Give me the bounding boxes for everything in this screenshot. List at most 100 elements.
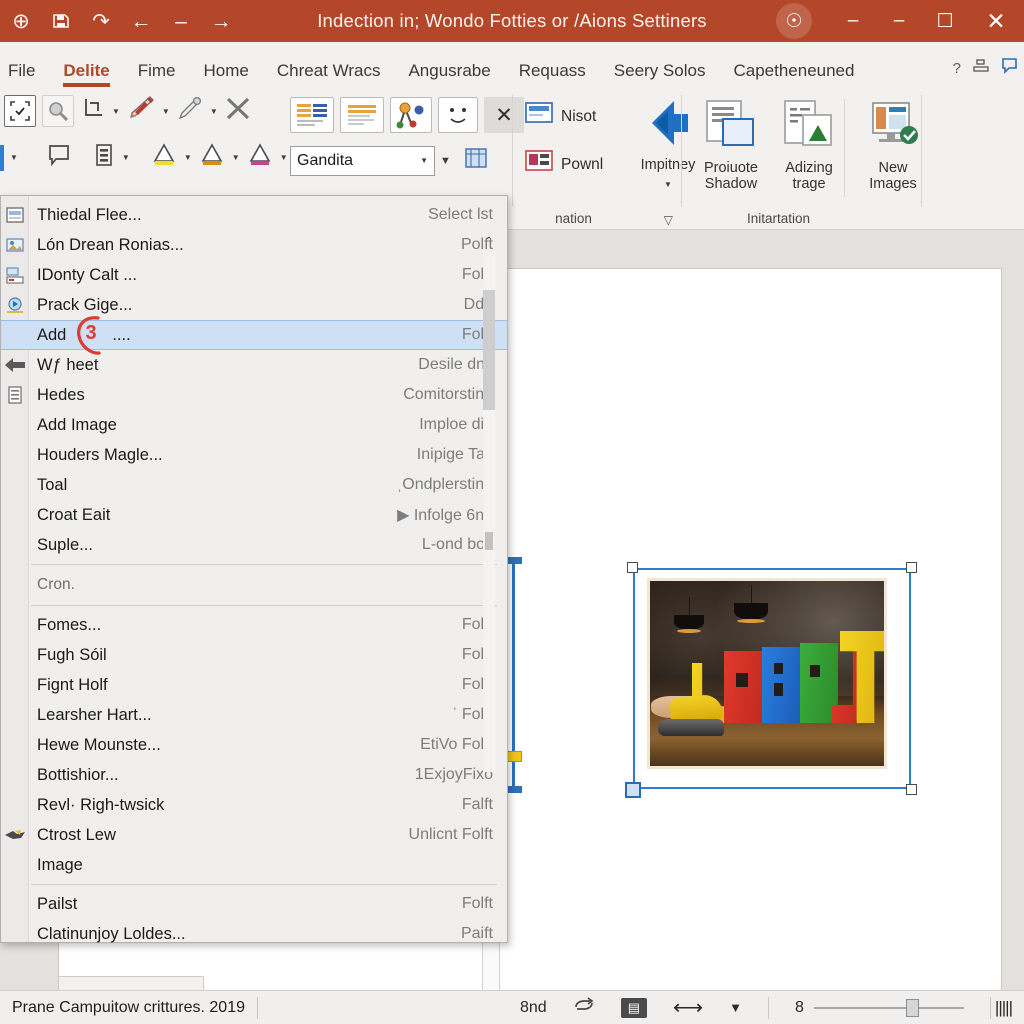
tab-chreat-wracs[interactable]: Chreat Wracs — [263, 62, 395, 87]
menu-item-fignt-holf[interactable]: Fignt Holf Folft — [1, 670, 507, 700]
menu-item-image[interactable]: Image — [1, 850, 507, 880]
tab-capetheneuned[interactable]: Capetheneuned — [719, 62, 868, 87]
highlighter-orange-icon[interactable] — [198, 142, 226, 173]
fit-slide-icon[interactable]: ||||| — [995, 998, 1013, 1018]
menu-item-croat-eait[interactable]: Croat Eait ▶ Infolge 6nd — [1, 500, 507, 530]
style-smartart-icon[interactable] — [390, 97, 432, 133]
notes-chevron-down-icon[interactable]: ▼ — [122, 153, 130, 162]
menu-item-pailst[interactable]: Pailst Folft — [1, 889, 507, 919]
menu-item-toal[interactable]: Toal ˌOndplersting — [1, 470, 507, 500]
select-object-icon[interactable] — [4, 95, 36, 127]
context-menu[interactable]: Thiedal Flee... Select lst Lón Drean Ron… — [0, 195, 508, 943]
menu-scrollbar-grip[interactable] — [485, 532, 493, 550]
scissors-icon[interactable] — [224, 96, 252, 127]
tab-fime[interactable]: Fime — [124, 62, 190, 87]
menu-item-add-image[interactable]: Add Image Imploe dift — [1, 410, 507, 440]
menu-item-lon-drean-ronias[interactable]: Lón Drean Ronias... Polft — [1, 230, 507, 260]
crop-icon[interactable] — [80, 96, 106, 127]
view-dropdown-chevron-icon[interactable]: ▼ — [729, 1000, 742, 1015]
undo-icon[interactable]: ↷ — [88, 8, 114, 34]
account-icon[interactable]: ☉ — [776, 3, 812, 39]
view-mode-badge[interactable]: ▤ — [620, 997, 647, 1018]
nation-dialog-launcher-icon[interactable]: ▽ — [664, 213, 673, 227]
tab-angusrabe[interactable]: Angusrabe — [394, 62, 504, 87]
menu-item-hedes[interactable]: Hedes Comitorsting — [1, 380, 507, 410]
menu-item-thiedal-flee[interactable]: Thiedal Flee... Select lst — [1, 200, 507, 230]
menu-item-fugh-soil[interactable]: Fugh Sóil Folft — [1, 640, 507, 670]
font-chevron-down-icon[interactable]: ▼ — [420, 156, 428, 165]
restore-down-button[interactable]: – — [876, 0, 922, 42]
tab-home[interactable]: Home — [189, 62, 262, 87]
zoom-value-label[interactable]: 8 — [795, 999, 804, 1017]
minimize-button[interactable]: – — [830, 0, 876, 42]
forward-arrow-icon[interactable]: → — [208, 8, 234, 34]
impitney-chevron-down-icon[interactable]: ▼ — [664, 180, 672, 189]
highlight-blue-chevron-icon[interactable]: ▼ — [10, 153, 18, 162]
selected-picture[interactable] — [625, 562, 917, 798]
highlighter-pink-icon[interactable] — [246, 142, 274, 173]
pownl-button[interactable]: Pownl — [524, 149, 603, 180]
highlighter-yellow-icon[interactable] — [150, 142, 178, 173]
tab-delite[interactable]: Delite — [49, 62, 123, 87]
share-icon[interactable] — [971, 58, 991, 78]
highlight-blue-icon[interactable] — [0, 144, 4, 171]
notes-icon[interactable] — [92, 143, 116, 172]
zoom-search-icon[interactable] — [42, 95, 74, 127]
font-gallery-more-chevron-icon[interactable]: ▼ — [440, 155, 451, 167]
globe-icon[interactable]: ⊕ — [8, 8, 34, 34]
fit-width-icon[interactable]: ⟷ — [673, 995, 703, 1020]
resize-handle-bottom-left[interactable] — [625, 782, 641, 798]
menu-item-prack-gige[interactable]: Prack Gige... Ddft — [1, 290, 507, 320]
menu-item-wf-heet[interactable]: Wƒ heet Desile dny — [1, 350, 507, 380]
menu-item-suple[interactable]: Suple... L-ond botl — [1, 530, 507, 560]
proiuote-shadow-button[interactable]: Proiuote Shadow — [692, 99, 770, 193]
resize-handle-bottom-right[interactable] — [906, 784, 917, 795]
menu-item-fomes[interactable]: Fomes... Folft — [1, 610, 507, 640]
menu-item-bottishior[interactable]: Bottishior... 1ExjoyFixo — [1, 760, 507, 790]
highlighter-orange-chevron-icon[interactable]: ▼ — [232, 153, 240, 162]
highlighter-yellow-chevron-icon[interactable]: ▼ — [184, 153, 192, 162]
pencil-chevron-down-icon[interactable]: ▼ — [162, 107, 170, 116]
menu-item-hewe-mounste[interactable]: Hewe Mounste... EtiVo Folft — [1, 730, 507, 760]
nisot-button[interactable]: Nisot — [524, 101, 596, 132]
highlighter-pink-chevron-icon[interactable]: ▼ — [280, 153, 288, 162]
font-name-combobox[interactable]: Gandita ▼ — [290, 145, 435, 176]
picture-image[interactable] — [647, 578, 887, 769]
style-table-colored-icon[interactable] — [290, 97, 334, 133]
menu-item-clatinunjoy-loldes[interactable]: Clatinunjoy Loldes... Paift — [1, 919, 507, 949]
refresh-icon[interactable] — [573, 996, 595, 1019]
callout-icon[interactable] — [46, 143, 74, 172]
back-arrow-icon[interactable]: ← — [128, 8, 154, 34]
help-icon[interactable]: ? — [953, 60, 961, 77]
shape-effects-icon[interactable] — [462, 145, 490, 176]
page-count-label[interactable]: 8nd — [520, 999, 547, 1017]
pencil-icon[interactable] — [126, 95, 156, 127]
menu-item-revl-righ-twsick[interactable]: Revl· Righ-twsick Falft — [1, 790, 507, 820]
menu-item-ctrost-lew[interactable]: Ctrost Lew Unlicnt Folft — [1, 820, 507, 850]
menu-item-houders-magle[interactable]: Houders Magle... Inipige Tait — [1, 440, 507, 470]
menu-scroll-up-icon[interactable]: ⌃ — [483, 236, 495, 247]
save-icon[interactable] — [48, 8, 74, 34]
comment-icon[interactable] — [1001, 57, 1018, 79]
adizing-trage-button[interactable]: Adizing trage — [770, 99, 848, 193]
resize-handle-top-right[interactable] — [906, 562, 917, 573]
menu-item-add[interactable]: Add.... Folft — [1, 320, 507, 350]
close-button[interactable]: ✕ — [968, 0, 1024, 42]
zoom-slider-track[interactable] — [813, 998, 964, 1017]
style-lines-icon[interactable] — [340, 97, 384, 133]
crop-chevron-down-icon[interactable]: ▼ — [112, 107, 120, 116]
menu-item-learsher-hart[interactable]: Learsher Hart... ˈ Folft — [1, 700, 507, 730]
menu-item-idonty-calt[interactable]: IDonty Calt ... Folft — [1, 260, 507, 290]
zoom-slider-thumb[interactable] — [905, 998, 919, 1017]
menu-scrollbar[interactable] — [483, 252, 495, 772]
tab-requass[interactable]: Requass — [505, 62, 600, 87]
menu-scrollbar-thumb[interactable] — [483, 290, 495, 410]
style-dots-icon[interactable] — [438, 97, 478, 133]
zoom-control[interactable]: 8 — [795, 998, 964, 1017]
resize-handle-top-left[interactable] — [627, 562, 638, 573]
maximize-button[interactable]: ☐ — [922, 0, 968, 42]
minus-icon[interactable]: – — [168, 8, 194, 34]
eraser-tool-icon[interactable] — [176, 96, 204, 127]
tab-file[interactable]: File — [0, 62, 49, 87]
eraser-chevron-down-icon[interactable]: ▼ — [210, 107, 218, 116]
